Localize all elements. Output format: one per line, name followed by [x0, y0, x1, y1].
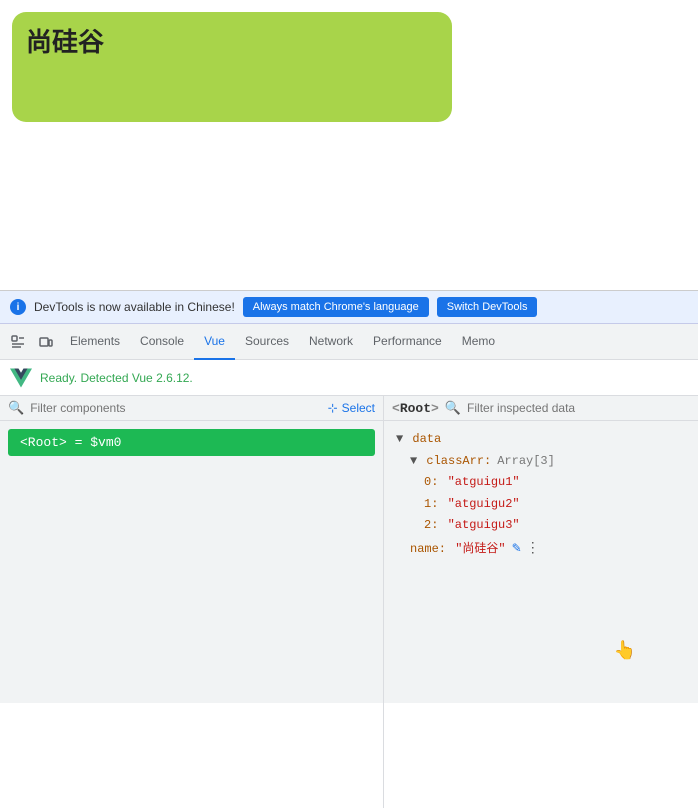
devtools-panel: i DevTools is now available in Chinese! …: [0, 290, 698, 703]
match-language-button[interactable]: Always match Chrome's language: [243, 297, 429, 317]
data-root-line: ▼ data: [396, 429, 686, 451]
classarr-key: classArr:: [419, 451, 491, 473]
panel-split: 🔍 ⊹ Select <Root> = $vm0 <Root> 🔍: [0, 396, 698, 808]
data-key: data: [405, 429, 441, 451]
tabs-bar: Elements Console Vue Sources Network Per…: [0, 324, 698, 360]
info-icon: i: [10, 299, 26, 315]
device-toggle-icon[interactable]: [32, 328, 60, 356]
name-value: "尚硅谷": [448, 539, 506, 561]
name-line: name: "尚硅谷" ✎ ⋮: [396, 537, 686, 562]
classarr-line: ▼ classArr: Array[3]: [396, 451, 686, 473]
right-search-icon: 🔍: [445, 400, 461, 416]
data-tree: ▼ data ▼ classArr: Array[3] 0: "atguigu1…: [384, 421, 698, 570]
left-filter-bar: 🔍 ⊹ Select: [0, 396, 383, 421]
classarr-toggle[interactable]: ▼: [410, 451, 417, 473]
index-1: 1:: [424, 494, 438, 516]
tab-console[interactable]: Console: [130, 324, 194, 360]
select-button[interactable]: ⊹ Select: [328, 401, 375, 415]
left-panel: 🔍 ⊹ Select <Root> = $vm0: [0, 396, 384, 808]
green-box: 尚硅谷: [12, 12, 452, 122]
value-1: "atguigu2": [440, 494, 519, 516]
classarr-item-2: 2: "atguigu3": [396, 515, 686, 537]
tab-memo[interactable]: Memo: [452, 324, 505, 360]
inspect-element-icon[interactable]: [4, 328, 32, 356]
filter-components-input[interactable]: [30, 401, 321, 415]
root-label: <Root>: [392, 401, 439, 416]
tab-network[interactable]: Network: [299, 324, 363, 360]
value-2: "atguigu3": [440, 515, 519, 537]
search-icon: 🔍: [8, 400, 24, 416]
switch-devtools-button[interactable]: Switch DevTools: [437, 297, 538, 317]
classarr-item-1: 1: "atguigu2": [396, 494, 686, 516]
tab-performance[interactable]: Performance: [363, 324, 452, 360]
select-cursor-icon: ⊹: [328, 401, 338, 415]
value-0: "atguigu1": [440, 472, 519, 494]
info-bar: i DevTools is now available in Chinese! …: [0, 291, 698, 324]
filter-inspected-data-input[interactable]: [467, 401, 690, 415]
right-panel: <Root> 🔍 ▼ data ▼ classArr: Array[3] 0: …: [384, 396, 698, 808]
index-2: 2:: [424, 515, 438, 537]
tab-elements[interactable]: Elements: [60, 324, 130, 360]
green-box-text: 尚硅谷: [26, 22, 104, 59]
vue-logo-icon: [10, 367, 32, 389]
vue-ready-text: Ready. Detected Vue 2.6.12.: [40, 371, 193, 385]
info-message: DevTools is now available in Chinese!: [34, 300, 235, 314]
classarr-item-0: 0: "atguigu1": [396, 472, 686, 494]
edit-icon[interactable]: ✎: [512, 539, 522, 561]
tab-vue[interactable]: Vue: [194, 324, 235, 360]
name-key: name:: [410, 539, 446, 561]
classarr-type: Array[3]: [497, 451, 555, 473]
vue-header: Ready. Detected Vue 2.6.12.: [0, 360, 698, 396]
data-toggle[interactable]: ▼: [396, 429, 403, 451]
right-filter-bar: <Root> 🔍: [384, 396, 698, 421]
tab-sources[interactable]: Sources: [235, 324, 299, 360]
main-page: 尚硅谷: [0, 0, 698, 290]
index-0: 0:: [424, 472, 438, 494]
more-icon[interactable]: ⋮: [526, 537, 540, 562]
root-component-item[interactable]: <Root> = $vm0: [8, 429, 375, 456]
